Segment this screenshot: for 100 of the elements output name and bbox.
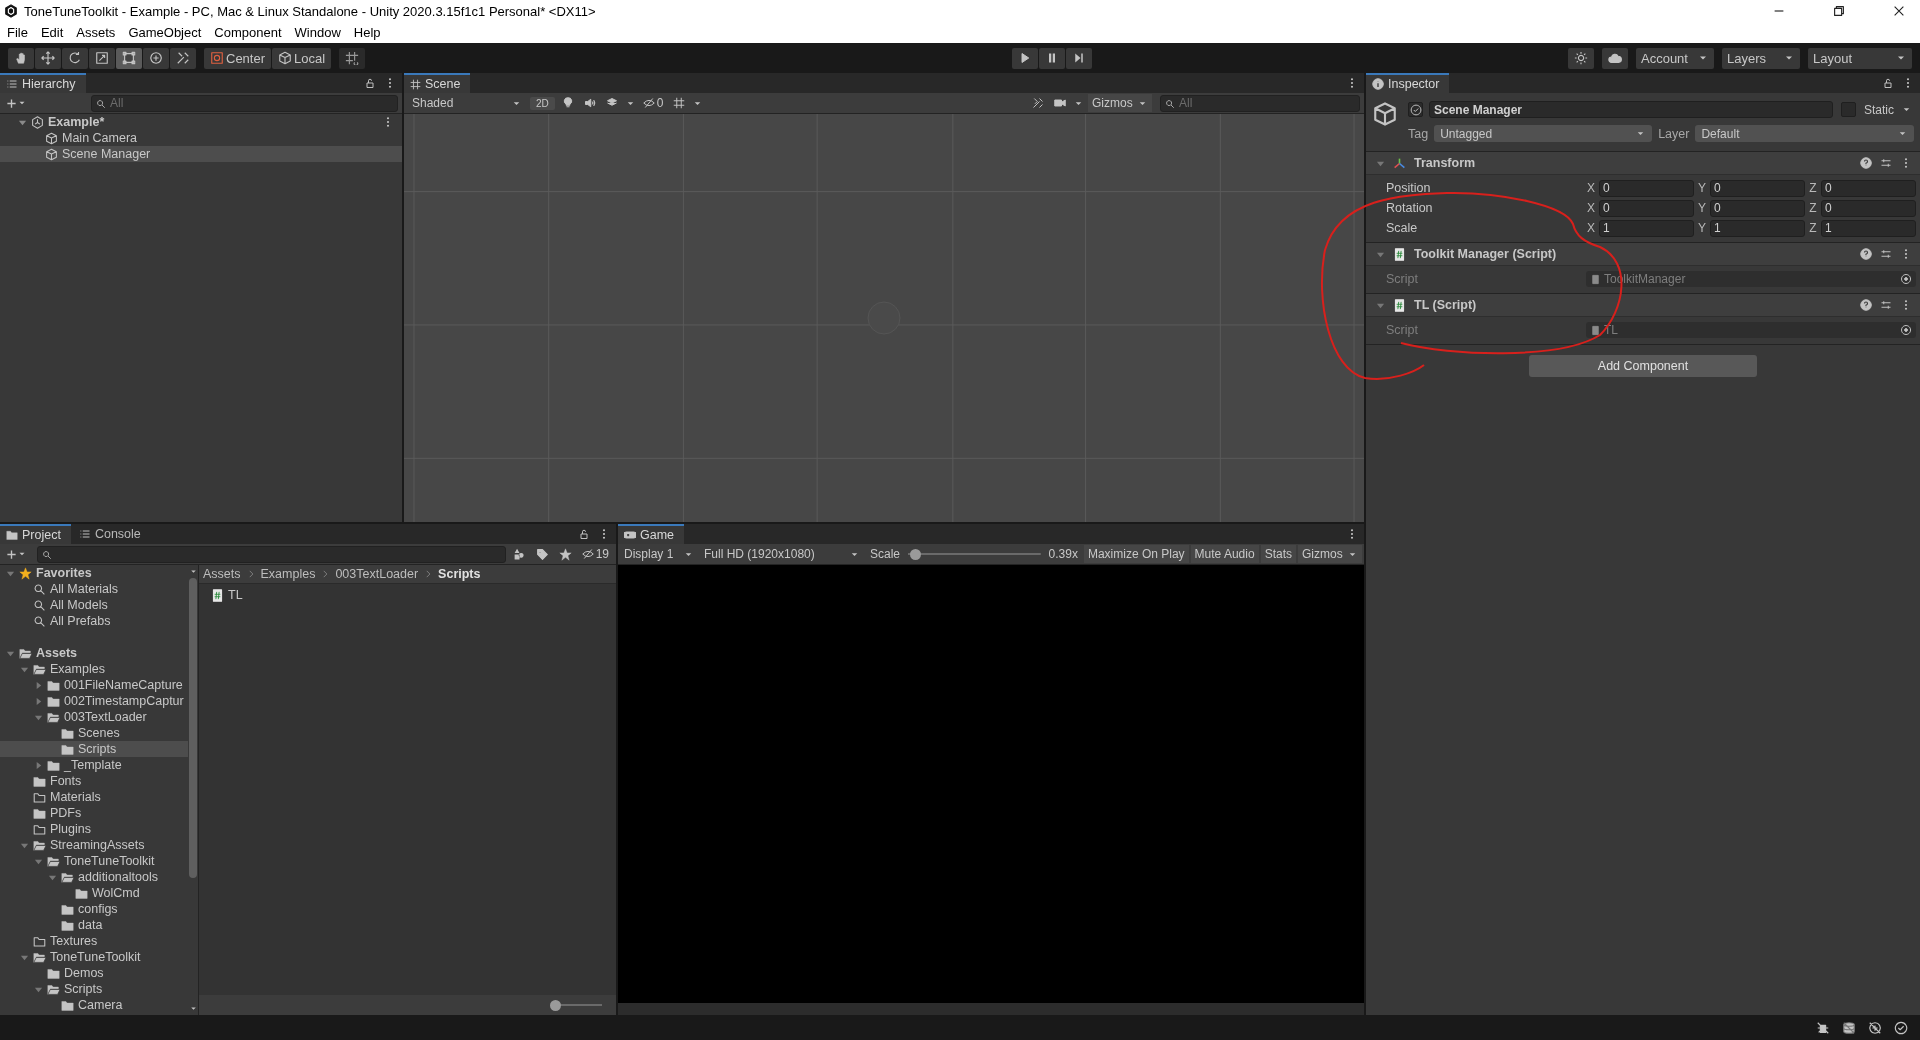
menu-item[interactable]: File xyxy=(7,25,28,40)
project-tree-item[interactable]: additionaltools xyxy=(0,869,188,885)
project-tree-item[interactable]: Camera xyxy=(0,997,188,1013)
project-tree-item[interactable]: Scripts xyxy=(0,741,188,757)
breadcrumb-link[interactable]: Scripts xyxy=(438,567,481,581)
help-icon[interactable] xyxy=(1860,299,1872,311)
project-tree-item[interactable]: configs xyxy=(0,901,188,917)
layer-dropdown[interactable]: Default xyxy=(1695,125,1914,142)
number-field[interactable]: 0 xyxy=(1599,199,1694,217)
local-space-button[interactable]: Local xyxy=(272,47,332,69)
number-field[interactable]: 1 xyxy=(1710,219,1805,237)
menu-item[interactable]: Assets xyxy=(76,25,116,40)
breadcrumb-link[interactable]: 003TextLoader xyxy=(335,567,419,581)
project-tree-item[interactable]: Assets xyxy=(0,645,188,661)
hierarchy-item[interactable]: Main Camera xyxy=(0,130,402,146)
toolbar-toggle[interactable]: Mute Audio xyxy=(1190,545,1259,563)
project-tree-item[interactable]: Favorites xyxy=(0,565,188,581)
number-field[interactable]: 1 xyxy=(1821,219,1916,237)
object-picker-icon[interactable] xyxy=(1900,324,1912,336)
grid-snap-button[interactable] xyxy=(339,47,366,69)
lock-icon[interactable] xyxy=(1882,77,1894,89)
shading-dropdown[interactable]: Shaded xyxy=(408,94,526,112)
database-icon[interactable] xyxy=(1842,1020,1856,1035)
game-tab[interactable]: Game xyxy=(618,524,685,544)
object-picker-icon[interactable] xyxy=(1900,273,1912,285)
search-field[interactable] xyxy=(37,545,506,563)
breadcrumb-link[interactable]: Assets xyxy=(203,567,241,581)
expand-arrow-icon[interactable] xyxy=(34,760,43,770)
number-field[interactable]: 0 xyxy=(1710,199,1805,217)
project-tree-item[interactable]: 002TimestampCaptur xyxy=(0,693,188,709)
custom-tool-button[interactable] xyxy=(170,47,196,69)
search-field[interactable]: All xyxy=(1160,94,1360,112)
help-icon[interactable] xyxy=(1860,248,1872,260)
account-dropdown[interactable]: Account xyxy=(1636,47,1714,69)
tag-dropdown[interactable]: Untagged xyxy=(1434,125,1653,142)
component-header[interactable]: TL (Script) xyxy=(1366,294,1920,317)
2d-toggle[interactable]: 2D xyxy=(530,96,555,110)
sliders-icon[interactable] xyxy=(1880,299,1892,311)
move-tool-button[interactable] xyxy=(35,47,61,69)
help-icon[interactable] xyxy=(1860,157,1872,169)
panel-tab[interactable]: Project xyxy=(0,524,71,544)
sliders-icon[interactable] xyxy=(1880,157,1892,169)
menu-item[interactable]: Component xyxy=(214,25,282,40)
project-tree-item[interactable]: data xyxy=(0,917,188,933)
project-tree-item[interactable]: WolCmd xyxy=(0,885,188,901)
hidden-objects-toggle[interactable]: 0 xyxy=(639,94,667,112)
slider-thumb[interactable] xyxy=(549,999,561,1011)
hidden-packages-toggle[interactable]: 19 xyxy=(578,545,612,563)
pivot-center-button[interactable]: Center xyxy=(204,47,272,69)
menu-item[interactable]: Edit xyxy=(40,25,64,40)
project-tree-item[interactable]: Plugins xyxy=(0,821,188,837)
menu-item[interactable]: Help xyxy=(353,25,381,40)
project-tree-item[interactable]: StreamingAssets xyxy=(0,837,188,853)
project-tree-item[interactable]: Materials xyxy=(0,789,188,805)
static-dropdown[interactable]: Static xyxy=(1862,101,1914,118)
number-field[interactable]: 0 xyxy=(1710,179,1805,197)
play-button[interactable] xyxy=(1011,47,1038,69)
project-tree-item[interactable]: All Materials xyxy=(0,581,188,597)
breadcrumb-link[interactable]: Examples xyxy=(260,567,316,581)
transform-tool-button[interactable] xyxy=(143,47,169,69)
project-tree-item[interactable]: Examples xyxy=(0,661,188,677)
number-field[interactable]: 1 xyxy=(1599,219,1694,237)
project-tree-item[interactable]: All Prefabs xyxy=(0,613,188,629)
hierarchy-tab[interactable]: Hierarchy xyxy=(0,73,86,93)
project-tree-item[interactable]: Scenes xyxy=(0,725,188,741)
project-tree-item[interactable]: ToneTuneToolkit xyxy=(0,853,188,869)
project-tree-item[interactable]: Textures xyxy=(0,933,188,949)
resolution-dropdown[interactable]: Full HD (1920x1080) xyxy=(700,545,864,563)
expand-arrow-icon[interactable] xyxy=(34,696,43,706)
lighting-button[interactable] xyxy=(1568,47,1594,69)
slider-thumb[interactable] xyxy=(909,548,921,560)
toolbar-toggle[interactable]: Maximize On Play xyxy=(1083,545,1189,563)
hierarchy-item[interactable]: Example* xyxy=(0,114,402,130)
component-header[interactable]: Toolkit Manager (Script) xyxy=(1366,243,1920,266)
number-field[interactable]: 0 xyxy=(1821,179,1916,197)
rect-tool-button[interactable] xyxy=(116,47,142,69)
name-field[interactable]: Scene Manager xyxy=(1429,101,1833,118)
project-tree-item[interactable]: Demos xyxy=(0,965,188,981)
project-tree-item[interactable]: Scripts xyxy=(0,981,188,997)
project-tree-item[interactable]: 001FileNameCapture xyxy=(0,677,188,693)
close-icon[interactable] xyxy=(1892,4,1906,18)
project-tree-item[interactable]: PDFs xyxy=(0,805,188,821)
layout-dropdown[interactable]: Layout xyxy=(1808,47,1912,69)
project-tree-item[interactable]: 003TextLoader xyxy=(0,709,188,725)
display-dropdown[interactable]: Display 1 xyxy=(620,545,698,563)
step-button[interactable] xyxy=(1065,47,1092,69)
script-asset-item[interactable]: TL xyxy=(211,588,604,602)
toolbar-toggle[interactable]: Stats xyxy=(1260,545,1296,563)
search-field[interactable]: All xyxy=(91,94,398,112)
number-field[interactable]: 0 xyxy=(1599,179,1694,197)
sliders-icon[interactable] xyxy=(1880,248,1892,260)
panel-tab[interactable]: Console xyxy=(72,524,151,544)
restore-icon[interactable] xyxy=(1832,4,1846,18)
project-tree-item[interactable]: All Models xyxy=(0,597,188,613)
number-field[interactable]: 0 xyxy=(1821,199,1916,217)
lock-icon[interactable] xyxy=(578,528,590,540)
network-icon[interactable] xyxy=(1868,1020,1882,1035)
pause-button[interactable] xyxy=(1038,47,1065,69)
add-component-button[interactable]: Add Component xyxy=(1529,355,1757,377)
menu-item[interactable]: GameObject xyxy=(128,25,202,40)
